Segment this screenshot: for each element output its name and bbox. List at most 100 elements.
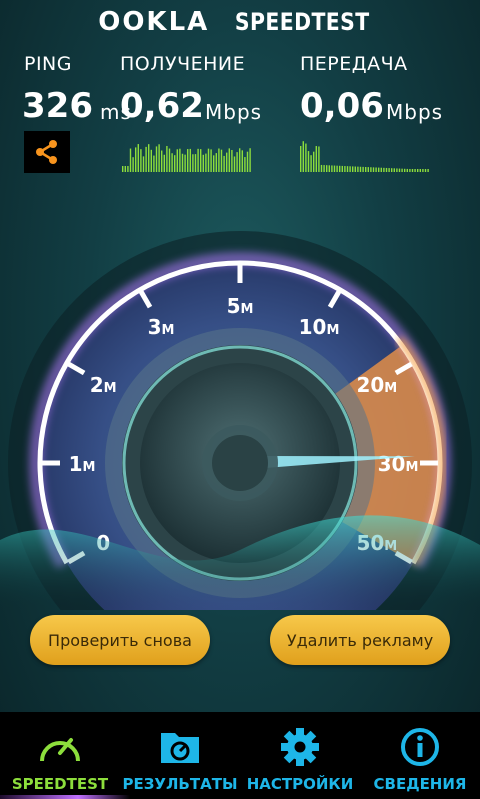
sparkline-bar [150, 149, 152, 172]
sparkline-bar [158, 144, 160, 172]
sparkline-bar [391, 168, 393, 172]
sparkline-bar [339, 165, 341, 172]
sparkline-bar [236, 152, 238, 172]
sparkline-bar [417, 169, 419, 172]
ping-label: PING [24, 53, 72, 75]
sparkline-bar [205, 153, 207, 172]
results-folder-icon [161, 733, 199, 763]
sparkline-bar [305, 143, 307, 172]
sparkline-bar [352, 166, 354, 172]
sparkline-bar [380, 167, 382, 172]
sparkline-bar [401, 168, 403, 172]
sparkline-bar [367, 167, 369, 172]
sparkline-bar [137, 144, 139, 172]
sparkline-bar [310, 155, 312, 172]
sparkline-bar [328, 165, 330, 172]
sparkline-bar [357, 166, 359, 172]
sparkline-bar [419, 169, 421, 172]
sparkline-bar [404, 168, 406, 172]
remove-ads-button[interactable]: Удалить рекламу [270, 615, 450, 665]
retry-button[interactable]: Проверить снова [30, 615, 210, 665]
sparkline-bar [383, 167, 385, 172]
sparkline-bar [223, 155, 225, 172]
sparkline-bar [409, 169, 411, 172]
sparkline-bar [124, 166, 126, 172]
sparkline-bar [142, 156, 145, 172]
tab-label: SPEEDTEST [11, 775, 109, 793]
download-sparkline [122, 144, 251, 172]
sparkline-bar [341, 165, 343, 172]
sparkline-bar [145, 146, 147, 172]
sparkline-bar [135, 147, 137, 172]
sparkline-bar [388, 168, 390, 172]
bottom-tab-bar: SPEEDTEST РЕЗУЛЬТАТЫ НАСТРОЙКИ СВЕДЕНИЯ [0, 712, 480, 799]
sparkline-bar [174, 155, 176, 172]
sparkline-bar [140, 149, 142, 172]
upload-label: ПЕРЕДАЧА [300, 53, 408, 75]
sparkline-bar [226, 152, 228, 172]
sparkline-bar [346, 166, 349, 172]
sparkline-bar [239, 148, 241, 172]
tab-results[interactable]: РЕЗУЛЬТАТЫ [120, 712, 240, 799]
info-icon [401, 728, 439, 766]
share-button[interactable] [24, 131, 70, 173]
sparkline-bar [323, 165, 325, 172]
sparkline-bar [249, 148, 251, 172]
sparkline-bar [148, 144, 150, 172]
sparkline-bar [396, 168, 398, 172]
sparkline-bar [132, 157, 134, 172]
upload-value: 0,06 [300, 86, 384, 126]
sparkline-bar [166, 145, 168, 172]
sparkline-bar [197, 148, 199, 172]
product-title: SPEEDTEST [235, 8, 370, 36]
sparkline-bar [171, 153, 173, 172]
sparkline-bar [246, 151, 249, 172]
tab-label: РЕЗУЛЬТАТЫ [122, 775, 238, 793]
sparkline-bar [231, 149, 233, 172]
sparkline-bar [127, 166, 129, 172]
sparkline-bar [163, 154, 165, 172]
sparkline-bar [218, 148, 220, 172]
sparkline-bar [302, 141, 304, 172]
sparkline-bar [320, 164, 323, 172]
sparkline-bar [207, 148, 210, 172]
sparkline-bar [202, 154, 204, 172]
tab-info[interactable]: СВЕДЕНИЯ [360, 712, 480, 799]
sparkline-bar [349, 166, 351, 172]
app-header: OOKLA SPEEDTEST [0, 0, 480, 44]
sparkline-bar [370, 167, 372, 172]
sparkline-bar [161, 150, 163, 172]
active-tab-indicator [0, 795, 130, 799]
speedometer-icon [40, 738, 80, 762]
sparkline-bar [359, 166, 362, 172]
sparkline-bar [184, 154, 186, 172]
sparkline-bar [192, 154, 194, 172]
download-unit: Mbps [205, 100, 263, 124]
upload-unit: Mbps [386, 100, 444, 124]
sparkline-bar [365, 167, 367, 172]
sparkline-bar [354, 166, 356, 172]
sparkline-bar [179, 148, 181, 172]
gear-icon [281, 728, 319, 766]
sparkline-bar [129, 148, 132, 172]
tab-settings[interactable]: НАСТРОЙКИ [240, 712, 360, 799]
download-value: 0,62 [120, 86, 204, 126]
sparkline-bar [424, 169, 427, 172]
sparkline-bar [398, 168, 401, 172]
tab-speedtest[interactable]: SPEEDTEST [0, 712, 130, 799]
sparkline-bar [215, 153, 217, 172]
sparkline-bar [313, 151, 315, 172]
sparkline-bar [427, 169, 429, 172]
speed-gauge: 01M2M3M5M10M20M30M50M [0, 231, 480, 610]
sparkline-bar [181, 153, 184, 172]
sparkline-bar [300, 146, 302, 172]
sparkline-bar [241, 150, 243, 172]
sparkline-bar [189, 148, 191, 172]
sparkline-bar [406, 168, 408, 172]
sparkline-bar [307, 151, 310, 172]
upload-sparkline [300, 141, 429, 172]
sparkline-bar [411, 169, 414, 172]
sparkline-bar [220, 149, 223, 172]
sparkline-bar [187, 149, 189, 172]
sparkline-bar [210, 149, 212, 172]
